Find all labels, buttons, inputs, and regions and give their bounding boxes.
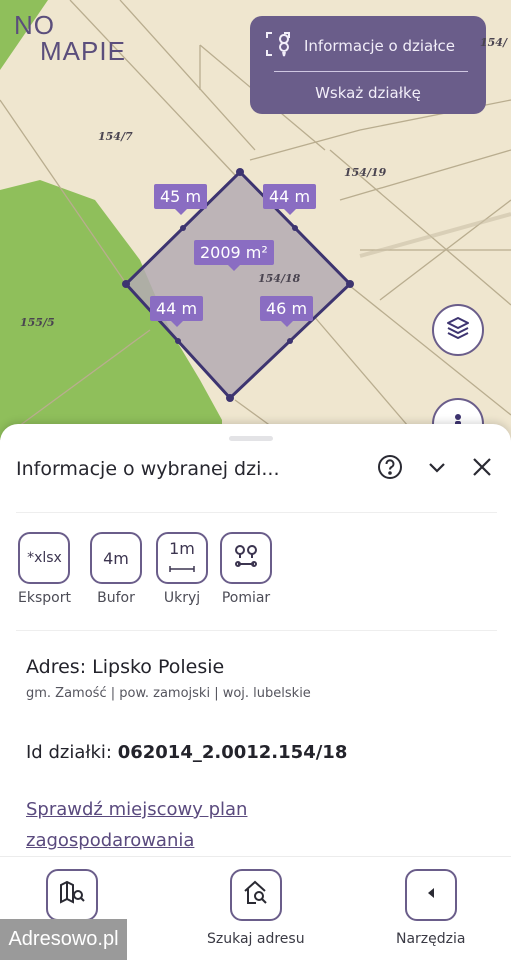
parcel-id-label: Id działki: (26, 742, 112, 763)
parcel-id-value: 062014_2.0012.154/18 (117, 742, 348, 763)
plot-number: 154/19 (344, 166, 387, 179)
export-tool[interactable]: *xlsx Eksport (18, 532, 71, 606)
watermark: Adresowo.pl (0, 919, 127, 960)
point-parcel-button[interactable]: Wskaż działkę (250, 84, 486, 102)
plot-number: 154/ (480, 36, 507, 49)
plot-number: 154/7 (98, 130, 133, 143)
address-text: Adres: Lipsko Polesie (26, 656, 225, 678)
divider (274, 71, 468, 72)
nav-tools[interactable]: Narzędzia (396, 869, 465, 947)
buffer-tool[interactable]: 4m Bufor (90, 532, 142, 606)
measure-button[interactable] (220, 532, 272, 584)
map-search-icon (57, 878, 87, 912)
edge-length-label: 44 m (263, 184, 317, 215)
plot-number: 155/5 (20, 316, 55, 329)
parcel-id: Id działki: 062014_2.0012.154/18 (26, 742, 347, 763)
logo-line-2: MAPIE (40, 36, 126, 66)
hide-dimensions-button[interactable]: 1m (156, 532, 208, 584)
address-admin-units: gm. Zamość | pow. zamojski | woj. lubels… (26, 686, 311, 701)
export-caption: Eksport (18, 590, 71, 606)
measure-tool[interactable]: Pomiar (220, 532, 272, 606)
nav-caption: Narzędzia (396, 931, 466, 947)
tools-button[interactable] (404, 869, 457, 921)
plot-number: 154/18 (258, 272, 301, 285)
export-button[interactable]: *xlsx (18, 532, 71, 584)
sheet-drag-handle[interactable] (229, 436, 273, 441)
parcel-info-card[interactable]: Informacje o działce Wskaż działkę (250, 16, 486, 114)
layers-icon (445, 315, 471, 345)
measure-caption: Pomiar (221, 590, 271, 606)
address-search-button[interactable] (229, 869, 282, 921)
divider (16, 630, 497, 631)
hide-tool[interactable]: 1m Ukryj (156, 532, 208, 606)
layers-button[interactable] (432, 304, 484, 356)
area-label: 2009 m² (194, 240, 274, 271)
triangle-left-icon (423, 885, 439, 905)
hide-caption: Ukryj (163, 590, 201, 606)
measure-pins-icon (232, 542, 260, 574)
buffer-button[interactable]: 4m (90, 532, 142, 584)
divider (16, 512, 497, 513)
edge-length-label: 44 m (150, 296, 204, 327)
export-label: *xlsx (27, 550, 62, 566)
map-search-button[interactable] (46, 869, 98, 921)
chevron-down-icon[interactable] (425, 455, 449, 483)
ruler-icon (169, 557, 195, 576)
home-search-icon (241, 878, 271, 912)
sheet-title: Informacje o wybranej dzi... (16, 458, 280, 480)
help-icon[interactable] (377, 454, 403, 484)
sheet-actions (377, 454, 493, 484)
edge-length-label: 46 m (260, 296, 314, 327)
app-logo: NO MAPIE (14, 12, 126, 64)
logo-line-1: NO (14, 10, 55, 40)
select-area-icon (264, 30, 292, 62)
nav-caption: Szukaj adresu (207, 931, 305, 947)
nav-address-search[interactable]: Szukaj adresu (207, 869, 305, 947)
map-view[interactable]: NO MAPIE Informacje o działce Wskaż dzia… (0, 0, 511, 440)
parcel-info-button[interactable]: Informacje o działce (264, 30, 455, 62)
buffer-caption: Bufor (97, 590, 135, 606)
close-icon[interactable] (471, 456, 493, 482)
hide-label: 1m (169, 538, 195, 558)
edge-length-label: 45 m (154, 184, 208, 215)
buffer-label: 4m (103, 548, 129, 568)
parcel-info-title: Informacje o działce (304, 37, 455, 55)
zoning-plan-link[interactable]: Sprawdź miejscowy plan zagospodarowania (26, 794, 346, 856)
